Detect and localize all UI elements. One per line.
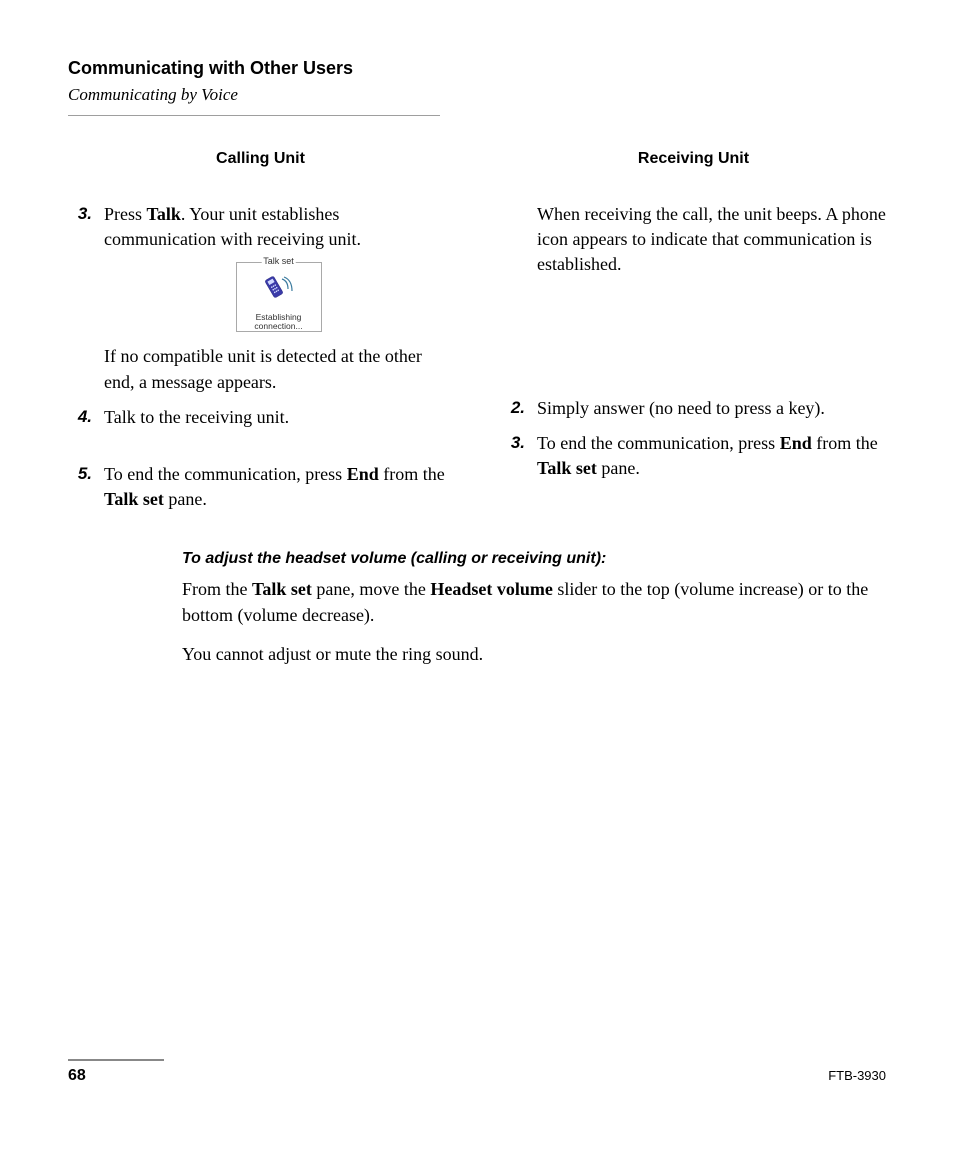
- step-body: When receiving the call, the unit beeps.…: [537, 202, 886, 278]
- section-title: Communicating with Other Users: [68, 58, 886, 79]
- talk-set-figure: Talk set: [104, 262, 453, 332]
- phone-icon: [264, 273, 294, 308]
- text: To end the communication, press: [537, 433, 780, 453]
- footer-rule: [68, 1059, 164, 1061]
- step-body: To end the communication, press End from…: [537, 431, 886, 481]
- receiving-step-2: 2. Simply answer (no need to press a key…: [501, 396, 886, 421]
- receiving-step-3b: 3. To end the communication, press End f…: [501, 431, 886, 481]
- talk-set-box: Talk set: [236, 262, 322, 332]
- calling-unit-head: Calling Unit: [68, 150, 453, 168]
- step-body: Press Talk. Your unit establishes commun…: [104, 202, 453, 395]
- volume-heading: To adjust the headset volume (calling or…: [68, 550, 886, 568]
- talk-set-legend: Talk set: [261, 255, 296, 268]
- talk-set-caption: Establishing connection...: [237, 313, 321, 332]
- text: If no compatible unit is detected at the…: [104, 344, 453, 394]
- text: pane.: [164, 489, 207, 509]
- step-number: 4.: [68, 405, 104, 430]
- receiving-unit-column: Receiving Unit When receiving the call, …: [501, 150, 886, 522]
- page-number: 68: [68, 1067, 86, 1085]
- step-number: 5.: [68, 462, 104, 512]
- section-subtitle: Communicating by Voice: [68, 85, 886, 105]
- receiving-step-3: When receiving the call, the unit beeps.…: [501, 202, 886, 278]
- step-body: Talk to the receiving unit.: [104, 405, 453, 430]
- footer: 68 FTB-3930: [68, 1059, 886, 1085]
- page: Communicating with Other Users Communica…: [0, 0, 954, 1159]
- footer-row: 68 FTB-3930: [68, 1067, 886, 1085]
- bold: Talk set: [104, 489, 164, 509]
- receiving-unit-head: Receiving Unit: [501, 150, 886, 168]
- calling-step-3: 3. Press Talk. Your unit establishes com…: [68, 202, 453, 395]
- calling-step-4: 4. Talk to the receiving unit.: [68, 405, 453, 430]
- volume-paragraph-1: From the Talk set pane, move the Headset…: [68, 576, 886, 628]
- bold: End: [347, 464, 379, 484]
- volume-paragraph-2: You cannot adjust or mute the ring sound…: [68, 641, 886, 667]
- text: To end the communication, press: [104, 464, 347, 484]
- header-rule: [68, 115, 440, 116]
- text: pane.: [597, 458, 640, 478]
- calling-unit-column: Calling Unit 3. Press Talk. Your unit es…: [68, 150, 453, 522]
- spacer: [501, 288, 886, 396]
- text: from the: [379, 464, 445, 484]
- step-body: Simply answer (no need to press a key).: [537, 396, 886, 421]
- step-body: To end the communication, press End from…: [104, 462, 453, 512]
- bold: Talk set: [537, 458, 597, 478]
- bold: Talk set: [252, 579, 312, 599]
- two-column-layout: Calling Unit 3. Press Talk. Your unit es…: [68, 150, 886, 522]
- step-number-blank: [501, 202, 537, 278]
- bold: Headset volume: [430, 579, 552, 599]
- step-number: 3.: [501, 431, 537, 481]
- calling-step-5: 5. To end the communication, press End f…: [68, 462, 453, 512]
- bold: Talk: [147, 204, 181, 224]
- text: Press: [104, 204, 147, 224]
- spacer: [68, 440, 453, 462]
- text: from the: [812, 433, 878, 453]
- bold: End: [780, 433, 812, 453]
- step-number: 2.: [501, 396, 537, 421]
- step-number: 3.: [68, 202, 104, 395]
- document-id: FTB-3930: [828, 1068, 886, 1083]
- caption-line2: connection...: [254, 321, 302, 331]
- text: From the: [182, 579, 252, 599]
- text: pane, move the: [312, 579, 430, 599]
